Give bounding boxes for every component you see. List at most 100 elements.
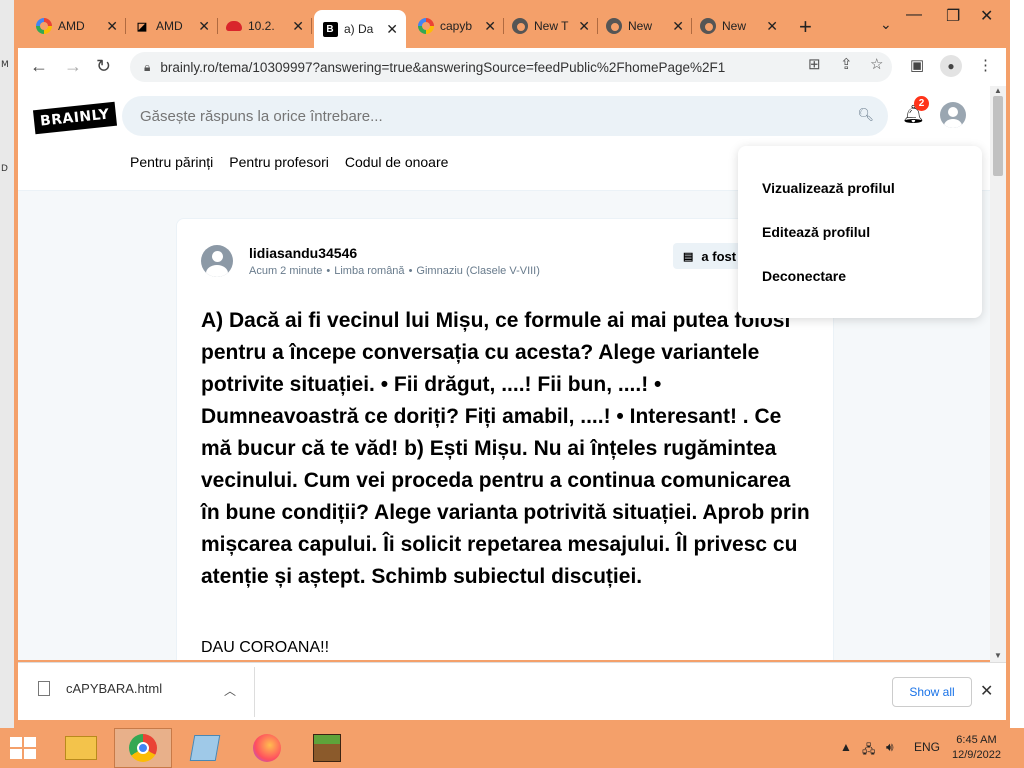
status-chip-label: a fost [701, 248, 737, 264]
address-bar[interactable]: 🔒︎ brainly.ro/tema/10309997?answering=tr… [130, 52, 892, 82]
back-arrow-icon[interactable]: ← [30, 56, 48, 77]
close-icon[interactable]: ✕ [980, 681, 993, 701]
amd-icon: ◪ [136, 20, 148, 33]
download-filename: cAPYBARA.html [66, 681, 163, 696]
brainly-icon: B [322, 21, 338, 37]
bookmark-star-icon[interactable]: ☆ [870, 55, 883, 73]
reload-icon[interactable]: ↻ [96, 56, 111, 77]
sub-navigation: Pentru părinți Pentru profesori Codul de… [130, 154, 448, 170]
forward-arrow-icon[interactable]: → [64, 56, 82, 77]
new-tab-button[interactable]: + [799, 14, 812, 40]
close-icon[interactable]: ✕ [386, 21, 398, 38]
google-icon [418, 18, 434, 34]
question-meta: Acum 2 minute • Limba română • Gimnaziu (Cla… [249, 265, 540, 277]
chrome-taskbar-icon[interactable] [114, 728, 172, 768]
tab-strip: AMD ✕ ◪ AMD ✕ 10.2. ✕ B a) Da ✕ capyb ✕ … [18, 0, 1006, 48]
tab-title: New [722, 19, 747, 33]
desktop-label: D [1, 164, 8, 174]
close-icon[interactable]: ✕ [484, 18, 496, 35]
tab-capybara-google[interactable]: capyb ✕ [410, 10, 504, 42]
side-panel-icon[interactable]: ▣ [910, 56, 924, 74]
question-extra-text: DAU COROANA!! [201, 639, 330, 656]
lock-icon: 🔒︎ [144, 59, 151, 74]
minecraft-icon[interactable] [298, 728, 356, 768]
profile-icon[interactable]: ● [940, 55, 962, 77]
download-bar: cAPYBARA.html ︿ Show all ✕ [18, 662, 1006, 720]
question-card: lidiasandu34546 Acum 2 minute • Limba româ… [176, 218, 834, 660]
tab-title: a) Da [344, 22, 374, 36]
download-item[interactable]: cAPYBARA.html [38, 681, 162, 696]
question-subject[interactable]: Limba română [334, 265, 404, 277]
clock-time: 6:45 AM [956, 734, 997, 746]
brainly-logo[interactable]: BRAINLY [32, 101, 117, 135]
browser-window: AMD ✕ ◪ AMD ✕ 10.2. ✕ B a) Da ✕ capyb ✕ … [14, 0, 1010, 728]
chrome-icon [700, 18, 716, 34]
tab-amd[interactable]: ◪ AMD ✕ [126, 10, 218, 42]
taskbar: ▲ 🖧︎ 🔊︎ ENG 6:45 AM 12/9/2022 [0, 728, 1024, 768]
minimize-icon[interactable]: — [906, 6, 922, 24]
close-icon[interactable]: ✕ [292, 18, 304, 35]
search-input[interactable] [140, 107, 840, 125]
notepad-icon[interactable] [176, 728, 234, 768]
author-name[interactable]: lidiasandu34546 [249, 245, 357, 261]
share-icon[interactable]: ⇪ [840, 55, 853, 73]
user-avatar[interactable] [940, 102, 966, 128]
chrome-icon [512, 18, 528, 34]
tab-title: AMD [156, 19, 183, 33]
windows-start-icon[interactable] [10, 737, 36, 759]
desktop-edge: M D [0, 0, 14, 728]
language-indicator[interactable]: ENG [914, 740, 940, 754]
close-icon[interactable]: ✕ [578, 18, 590, 35]
page-scrollbar[interactable]: ▲ ▼ [990, 86, 1006, 662]
menu-item-view-profile[interactable]: Vizualizează profilul [762, 180, 895, 196]
tab-search-chevron-icon[interactable]: ⌄ [880, 16, 892, 33]
question-level: Gimnaziu (Clasele V-VIII) [416, 265, 540, 277]
nav-link-honor-code[interactable]: Codul de onoare [345, 154, 449, 170]
divider [254, 667, 255, 717]
close-icon[interactable]: ✕ [672, 18, 684, 35]
tab-title: New [628, 19, 653, 33]
author-avatar[interactable] [201, 245, 233, 277]
profile-dropdown-menu: Vizualizează profilul Editează profilul … [738, 146, 982, 318]
web-page: BRAINLY 🔍︎ 🔔︎ 2 Pentru părinți Pentru pr… [18, 86, 990, 660]
tab-amd-google[interactable]: AMD ✕ [28, 10, 126, 42]
notification-badge: 2 [914, 96, 929, 111]
file-explorer-icon[interactable] [52, 728, 110, 768]
tab-brainly-active[interactable]: B a) Da ✕ [314, 10, 406, 48]
close-icon[interactable]: ✕ [766, 18, 778, 35]
url-text: brainly.ro/tema/10309997?answering=true&… [160, 59, 726, 75]
tray-chevron-up-icon[interactable]: ▲ [840, 740, 852, 754]
menu-kebab-icon[interactable]: ⋮ [978, 56, 993, 74]
firefox-icon[interactable] [238, 728, 296, 768]
browser-toolbar: ← → ↻ 🔒︎ brainly.ro/tema/10309997?answer… [18, 48, 1006, 86]
menu-item-logout[interactable]: Deconectare [762, 268, 846, 284]
translate-icon[interactable]: ⊞ [808, 55, 821, 73]
tab-title: AMD [58, 19, 85, 33]
volume-icon[interactable]: 🔊︎ [886, 740, 894, 755]
search-icon[interactable]: 🔍︎ [857, 107, 874, 123]
tab-redhat[interactable]: 10.2. ✕ [218, 10, 312, 42]
network-icon[interactable]: 🖧︎ [862, 740, 875, 761]
tab-title: capyb [440, 19, 473, 33]
nav-link-teachers[interactable]: Pentru profesori [229, 154, 329, 170]
close-icon[interactable]: ✕ [198, 18, 210, 35]
search-bar[interactable]: 🔍︎ [122, 96, 888, 136]
chevron-up-icon[interactable]: ︿ [224, 682, 236, 699]
system-clock[interactable]: 6:45 AM 12/9/2022 [952, 733, 1001, 763]
show-all-button[interactable]: Show all [892, 677, 972, 707]
tab-new-1[interactable]: New T ✕ [504, 10, 598, 42]
chrome-icon [606, 18, 622, 34]
nav-link-parents[interactable]: Pentru părinți [130, 154, 213, 170]
scroll-down-arrow-icon[interactable]: ▼ [994, 651, 1002, 660]
maximize-icon[interactable]: ❐ [946, 6, 960, 26]
question-text: A) Dacă ai fi vecinul lui Mișu, ce formu… [201, 309, 810, 588]
scroll-up-arrow-icon[interactable]: ▲ [994, 86, 1002, 95]
clock-date: 12/9/2022 [952, 749, 1001, 761]
tab-new-3[interactable]: New ✕ [692, 10, 786, 42]
file-icon [38, 681, 50, 696]
menu-item-edit-profile[interactable]: Editează profilul [762, 224, 870, 240]
scrollbar-thumb[interactable] [993, 96, 1003, 176]
window-close-icon[interactable]: ✕ [980, 6, 993, 26]
close-icon[interactable]: ✕ [106, 18, 118, 35]
tab-new-2[interactable]: New ✕ [598, 10, 692, 42]
